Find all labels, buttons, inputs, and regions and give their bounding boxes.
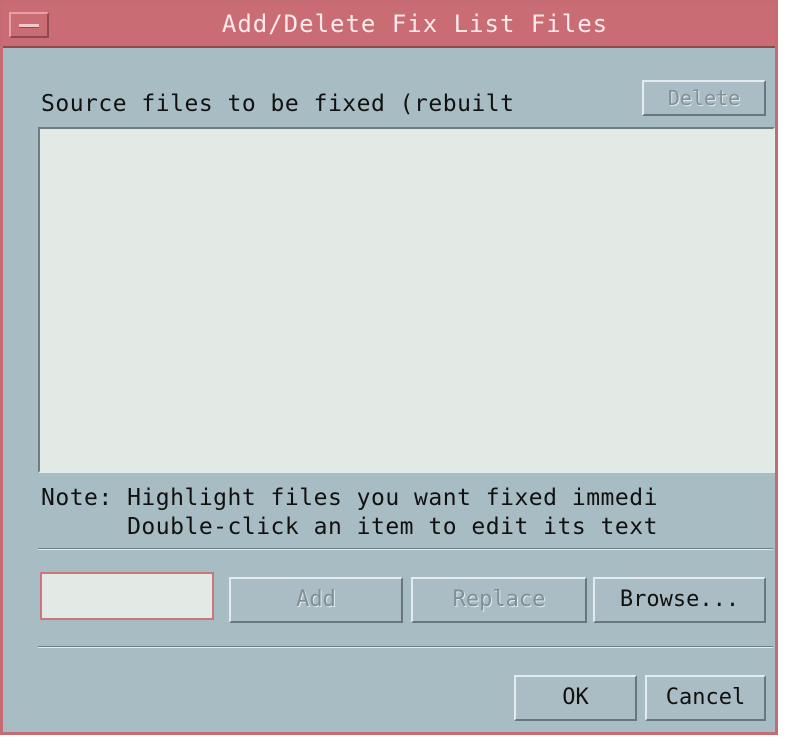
note-line-1: Note: Highlight files you want fixed imm… (41, 485, 658, 511)
ok-button[interactable]: OK (514, 675, 637, 721)
file-path-input[interactable] (40, 572, 214, 620)
fix-list-dialog: Add/Delete Fix List Files Source files t… (0, 0, 778, 735)
window-title: Add/Delete Fix List Files (221, 10, 609, 38)
separator-top (38, 548, 773, 550)
delete-button[interactable]: Delete (642, 80, 766, 116)
note-line-2: Double-click an item to edit its text (41, 514, 658, 540)
add-button[interactable]: Add (229, 577, 403, 623)
window-menu-button[interactable] (9, 12, 49, 38)
source-file-list[interactable] (38, 127, 775, 473)
title-bar[interactable]: Add/Delete Fix List Files (3, 3, 775, 48)
window-menu-icon (19, 24, 39, 28)
separator-bottom (38, 646, 773, 648)
cancel-button[interactable]: Cancel (645, 675, 766, 721)
source-files-label: Source files to be fixed (rebuilt (41, 91, 515, 117)
replace-button[interactable]: Replace (411, 577, 587, 623)
background-margin (778, 0, 790, 746)
browse-button[interactable]: Browse... (593, 577, 766, 623)
